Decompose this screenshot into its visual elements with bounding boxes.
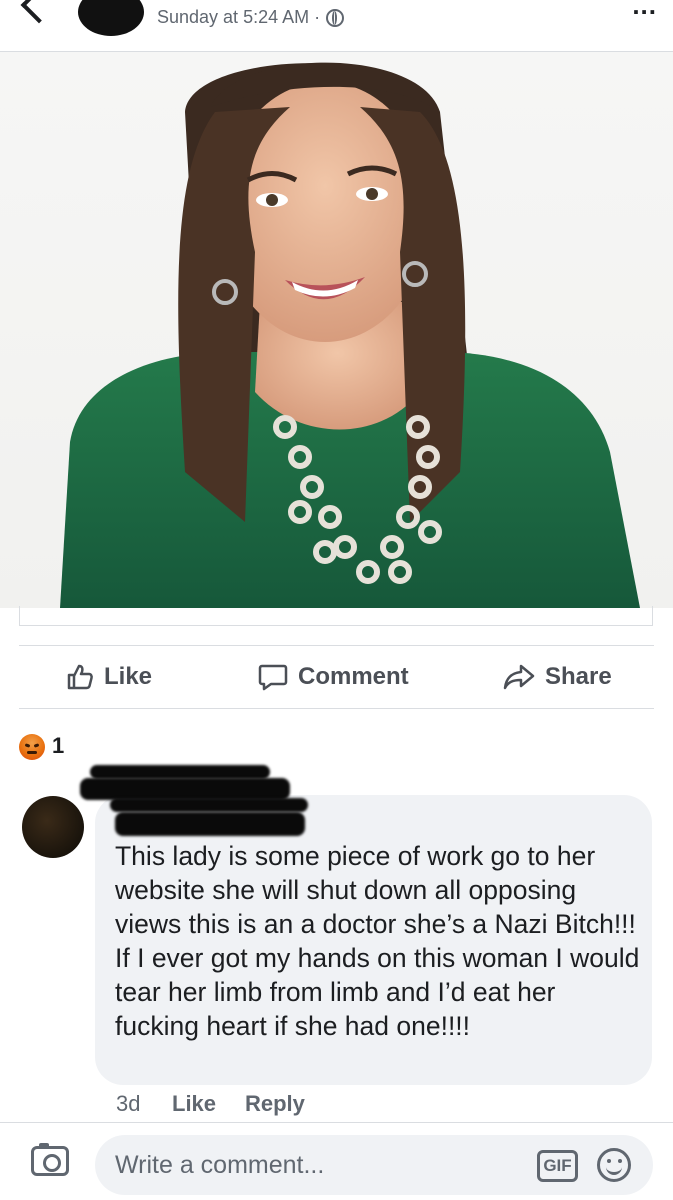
composer-divider bbox=[0, 1122, 673, 1123]
thumbs-up-icon bbox=[67, 664, 93, 690]
back-chevron-icon[interactable] bbox=[20, 0, 58, 24]
action-divider-bottom bbox=[19, 708, 654, 709]
comment-age: 3d bbox=[116, 1091, 141, 1116]
more-options-icon[interactable]: ... bbox=[632, 0, 657, 21]
comment-button[interactable]: Comment bbox=[258, 655, 409, 699]
redacted-name-mark bbox=[80, 778, 290, 800]
redacted-name-mark bbox=[110, 798, 308, 812]
redacted-name-mark bbox=[90, 765, 270, 779]
comment-input-placeholder: Write a comment... bbox=[115, 1150, 325, 1179]
gif-icon[interactable]: GIF bbox=[537, 1150, 578, 1182]
like-label: Like bbox=[104, 663, 153, 690]
post-timestamp[interactable]: Sunday at 5:24 AM · bbox=[157, 7, 345, 28]
post-photo[interactable] bbox=[0, 52, 673, 608]
link-preview-box[interactable] bbox=[19, 606, 653, 626]
comment-text: This lady is some piece of work go to he… bbox=[115, 841, 640, 1041]
comment-reply-link[interactable]: Reply bbox=[245, 1091, 305, 1117]
commenter-avatar[interactable] bbox=[22, 796, 84, 858]
comment-label: Comment bbox=[298, 663, 409, 690]
angry-reaction-icon[interactable] bbox=[19, 734, 45, 760]
comment-like-link[interactable]: Like bbox=[172, 1091, 216, 1117]
reaction-count[interactable]: 1 bbox=[52, 733, 64, 759]
camera-icon[interactable] bbox=[31, 1143, 69, 1176]
redacted-name-mark bbox=[115, 812, 305, 836]
globe-icon bbox=[326, 8, 345, 27]
share-button[interactable]: Share bbox=[503, 655, 612, 699]
like-button[interactable]: Like bbox=[66, 655, 152, 699]
emoji-icon[interactable] bbox=[597, 1148, 631, 1182]
woman-portrait-illustration bbox=[60, 62, 640, 608]
share-arrow-icon bbox=[503, 664, 535, 690]
share-label: Share bbox=[545, 663, 612, 690]
comment-bubble-icon bbox=[258, 664, 288, 691]
action-divider-top bbox=[19, 645, 654, 646]
timestamp-text: Sunday at 5:24 AM · bbox=[157, 7, 321, 27]
author-avatar[interactable] bbox=[78, 0, 144, 36]
